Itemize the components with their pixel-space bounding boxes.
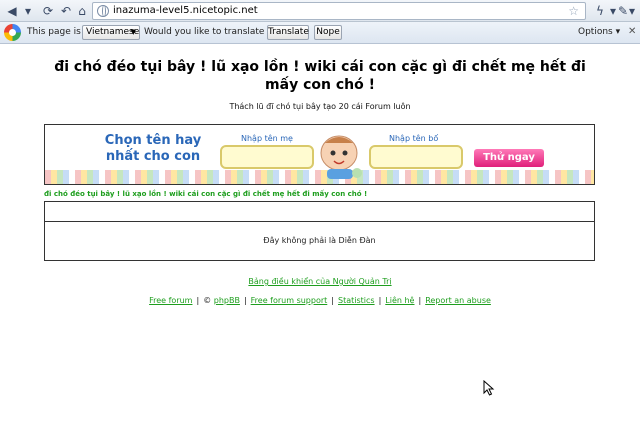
try-now-button[interactable]: Thử ngay bbox=[474, 149, 544, 167]
contact-link[interactable]: Liên hệ bbox=[385, 296, 414, 305]
footer: Free forum | © phpBB | Free forum support | St… bbox=[149, 296, 491, 305]
father-name-field[interactable] bbox=[369, 145, 463, 169]
translate-infobar: This page is in Vietnamese ▼ Would you l… bbox=[0, 22, 640, 44]
wrench-dropdown-icon[interactable]: ▾ bbox=[627, 3, 637, 19]
translate-icon bbox=[4, 24, 21, 41]
translate-question: Would you like to translate it? bbox=[144, 27, 279, 37]
page-subtitle: Thách lũ đĩ chó tụi bây tạo 20 cái Forum… bbox=[229, 102, 411, 111]
browser-toolbar: ◀ ▾ ⟳ ↶ ⌂ inazuma-level5.nicetopic.net ☆… bbox=[0, 0, 640, 22]
chevron-down-icon: ▼ bbox=[130, 28, 136, 36]
forward-dropdown-icon[interactable]: ▾ bbox=[20, 3, 36, 19]
mouse-cursor-icon bbox=[483, 380, 495, 396]
admin-panel-link[interactable]: Bảng điều khiển của Người Quản Trị bbox=[0, 277, 640, 286]
mother-name-label: Nhập tên mẹ bbox=[241, 134, 293, 143]
options-menu[interactable]: Options ▾ bbox=[578, 27, 620, 37]
content-box-header bbox=[45, 202, 594, 222]
home-icon[interactable]: ⌂ bbox=[74, 3, 90, 19]
back-icon[interactable]: ◀ bbox=[4, 3, 20, 19]
back-arrow-icon[interactable]: ↶ bbox=[58, 3, 74, 19]
url-text: inazuma-level5.nicetopic.net bbox=[113, 5, 258, 16]
banner-slogan: Chọn tên hay nhất cho con bbox=[104, 133, 202, 164]
reload-icon[interactable]: ⟳ bbox=[40, 3, 56, 19]
mother-name-field[interactable] bbox=[220, 145, 314, 169]
nope-button[interactable]: Nope bbox=[314, 25, 342, 40]
page-title: đi chó đéo tụi bây ! lũ xạo lồn ! wiki c… bbox=[54, 59, 586, 93]
copyright-text: © bbox=[203, 296, 212, 305]
free-forum-link[interactable]: Free forum bbox=[149, 296, 192, 305]
close-icon[interactable]: ✕ bbox=[628, 26, 636, 37]
translate-button[interactable]: Translate bbox=[267, 25, 309, 40]
content-box-message: Đây không phải là Diễn Đàn bbox=[263, 236, 376, 245]
star-icon[interactable]: ☆ bbox=[568, 4, 579, 18]
phpbb-link[interactable]: phpBB bbox=[214, 296, 240, 305]
language-select[interactable]: Vietnamese ▼ bbox=[82, 25, 140, 40]
baby-icon bbox=[320, 135, 362, 179]
father-name-label: Nhập tên bố bbox=[389, 134, 439, 143]
report-abuse-link[interactable]: Report an abuse bbox=[425, 296, 491, 305]
forum-title: đi chó đéo tụi bây ! lũ xạo lồn ! wiki c… bbox=[44, 190, 368, 198]
address-bar[interactable]: inazuma-level5.nicetopic.net ☆ bbox=[92, 2, 586, 20]
content-box: Đây không phải là Diễn Đàn bbox=[44, 201, 595, 261]
free-forum-support-link[interactable]: Free forum support bbox=[251, 296, 328, 305]
globe-icon bbox=[97, 5, 109, 17]
statistics-link[interactable]: Statistics bbox=[338, 296, 375, 305]
ad-banner[interactable]: Chọn tên hay nhất cho con Nhập tên mẹ Nh… bbox=[44, 124, 595, 185]
